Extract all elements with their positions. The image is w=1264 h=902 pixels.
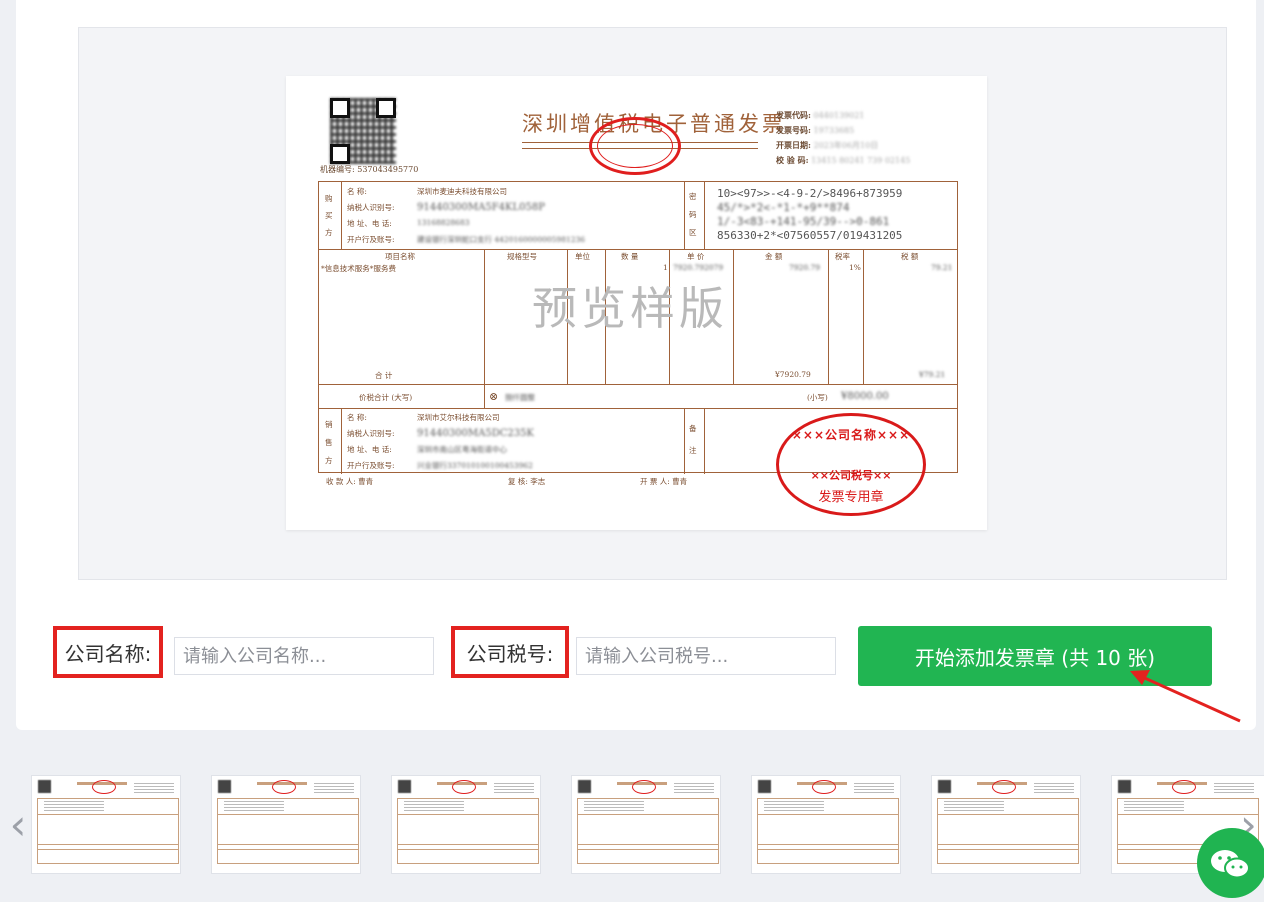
buyer-side-label: 购买方 (325, 194, 333, 237)
seller-address: 深圳市南山区粤海街道中心 (417, 445, 507, 454)
invoice-thumbnail[interactable] (391, 775, 541, 874)
buyer-name: 深圳市麦迪夫科技有限公司 (417, 187, 507, 196)
tax-bureau-seal (589, 117, 681, 175)
buyer-tax-id: 91440300MA5F4KL058P (417, 202, 545, 213)
remark-label: 备注 (689, 424, 697, 455)
footer-payee: 收 款 人: 曹青 (326, 477, 374, 486)
company-tax-input[interactable] (576, 637, 836, 675)
cipher-line: 45/*>*2<-*1-*+9**874 (717, 201, 850, 214)
invoice-thumbnail[interactable] (31, 775, 181, 874)
preview-watermark: 预览样版 (532, 282, 729, 335)
seller-bank: 兴业银行337010100100453962 (417, 461, 533, 470)
invoice-thumbnail[interactable] (211, 775, 361, 874)
footer-drawer: 开 票 人: 曹青 (640, 477, 688, 486)
wechat-icon[interactable] (1197, 828, 1264, 898)
cipher-label: 密码区 (689, 192, 697, 237)
qr-corner (376, 98, 396, 118)
invoice-preview: 机器编号: 537043495770 深圳增值税电子普通发票 发票代码: 044… (286, 76, 987, 530)
chevron-left-icon[interactable]: ‹ (4, 800, 32, 850)
cipher-line: 856330+2*<07560557/019431205 (717, 229, 903, 242)
qr-corner (330, 98, 350, 118)
invoice-stamp: ×××公司名称××× ××公司税号×× 发票专用章 (776, 413, 926, 516)
cipher-line: 10><97>>-<4-9-2/>8496+873959 (717, 187, 903, 200)
machine-number: 机器编号: 537043495770 (320, 165, 419, 174)
qr-corner (330, 144, 350, 164)
invoice-thumbnail[interactable] (751, 775, 901, 874)
cipher-line: 1/-3<83-+141-95/39-->0-861 (717, 215, 890, 228)
seller-name: 深圳市艾尔科技有限公司 (417, 413, 500, 422)
invoice-meta: 发票代码: 0440139021 发票号码: 19733685 开票日期: 20… (776, 110, 911, 165)
buyer-bank: 建设银行深圳蛇口支行 4420160000005981236 (417, 235, 586, 244)
company-name-input[interactable] (174, 637, 434, 675)
footer-reviewer: 复 核: 李志 (508, 477, 546, 486)
seller-tax-id: 91440300MA5DC235K (417, 428, 534, 439)
invoice-thumbnail[interactable] (931, 775, 1081, 874)
thumbnail-strip (0, 760, 1264, 879)
buyer-address: 13168828683 (417, 218, 470, 227)
seller-side-label: 销售方 (325, 420, 333, 465)
company-tax-label: 公司税号: (451, 626, 569, 678)
item-name: *信息技术服务*服务费 (321, 264, 396, 273)
company-name-label: 公司名称: (53, 626, 163, 678)
annotation-arrow (1130, 670, 1241, 723)
invoice-thumbnail[interactable] (571, 775, 721, 874)
